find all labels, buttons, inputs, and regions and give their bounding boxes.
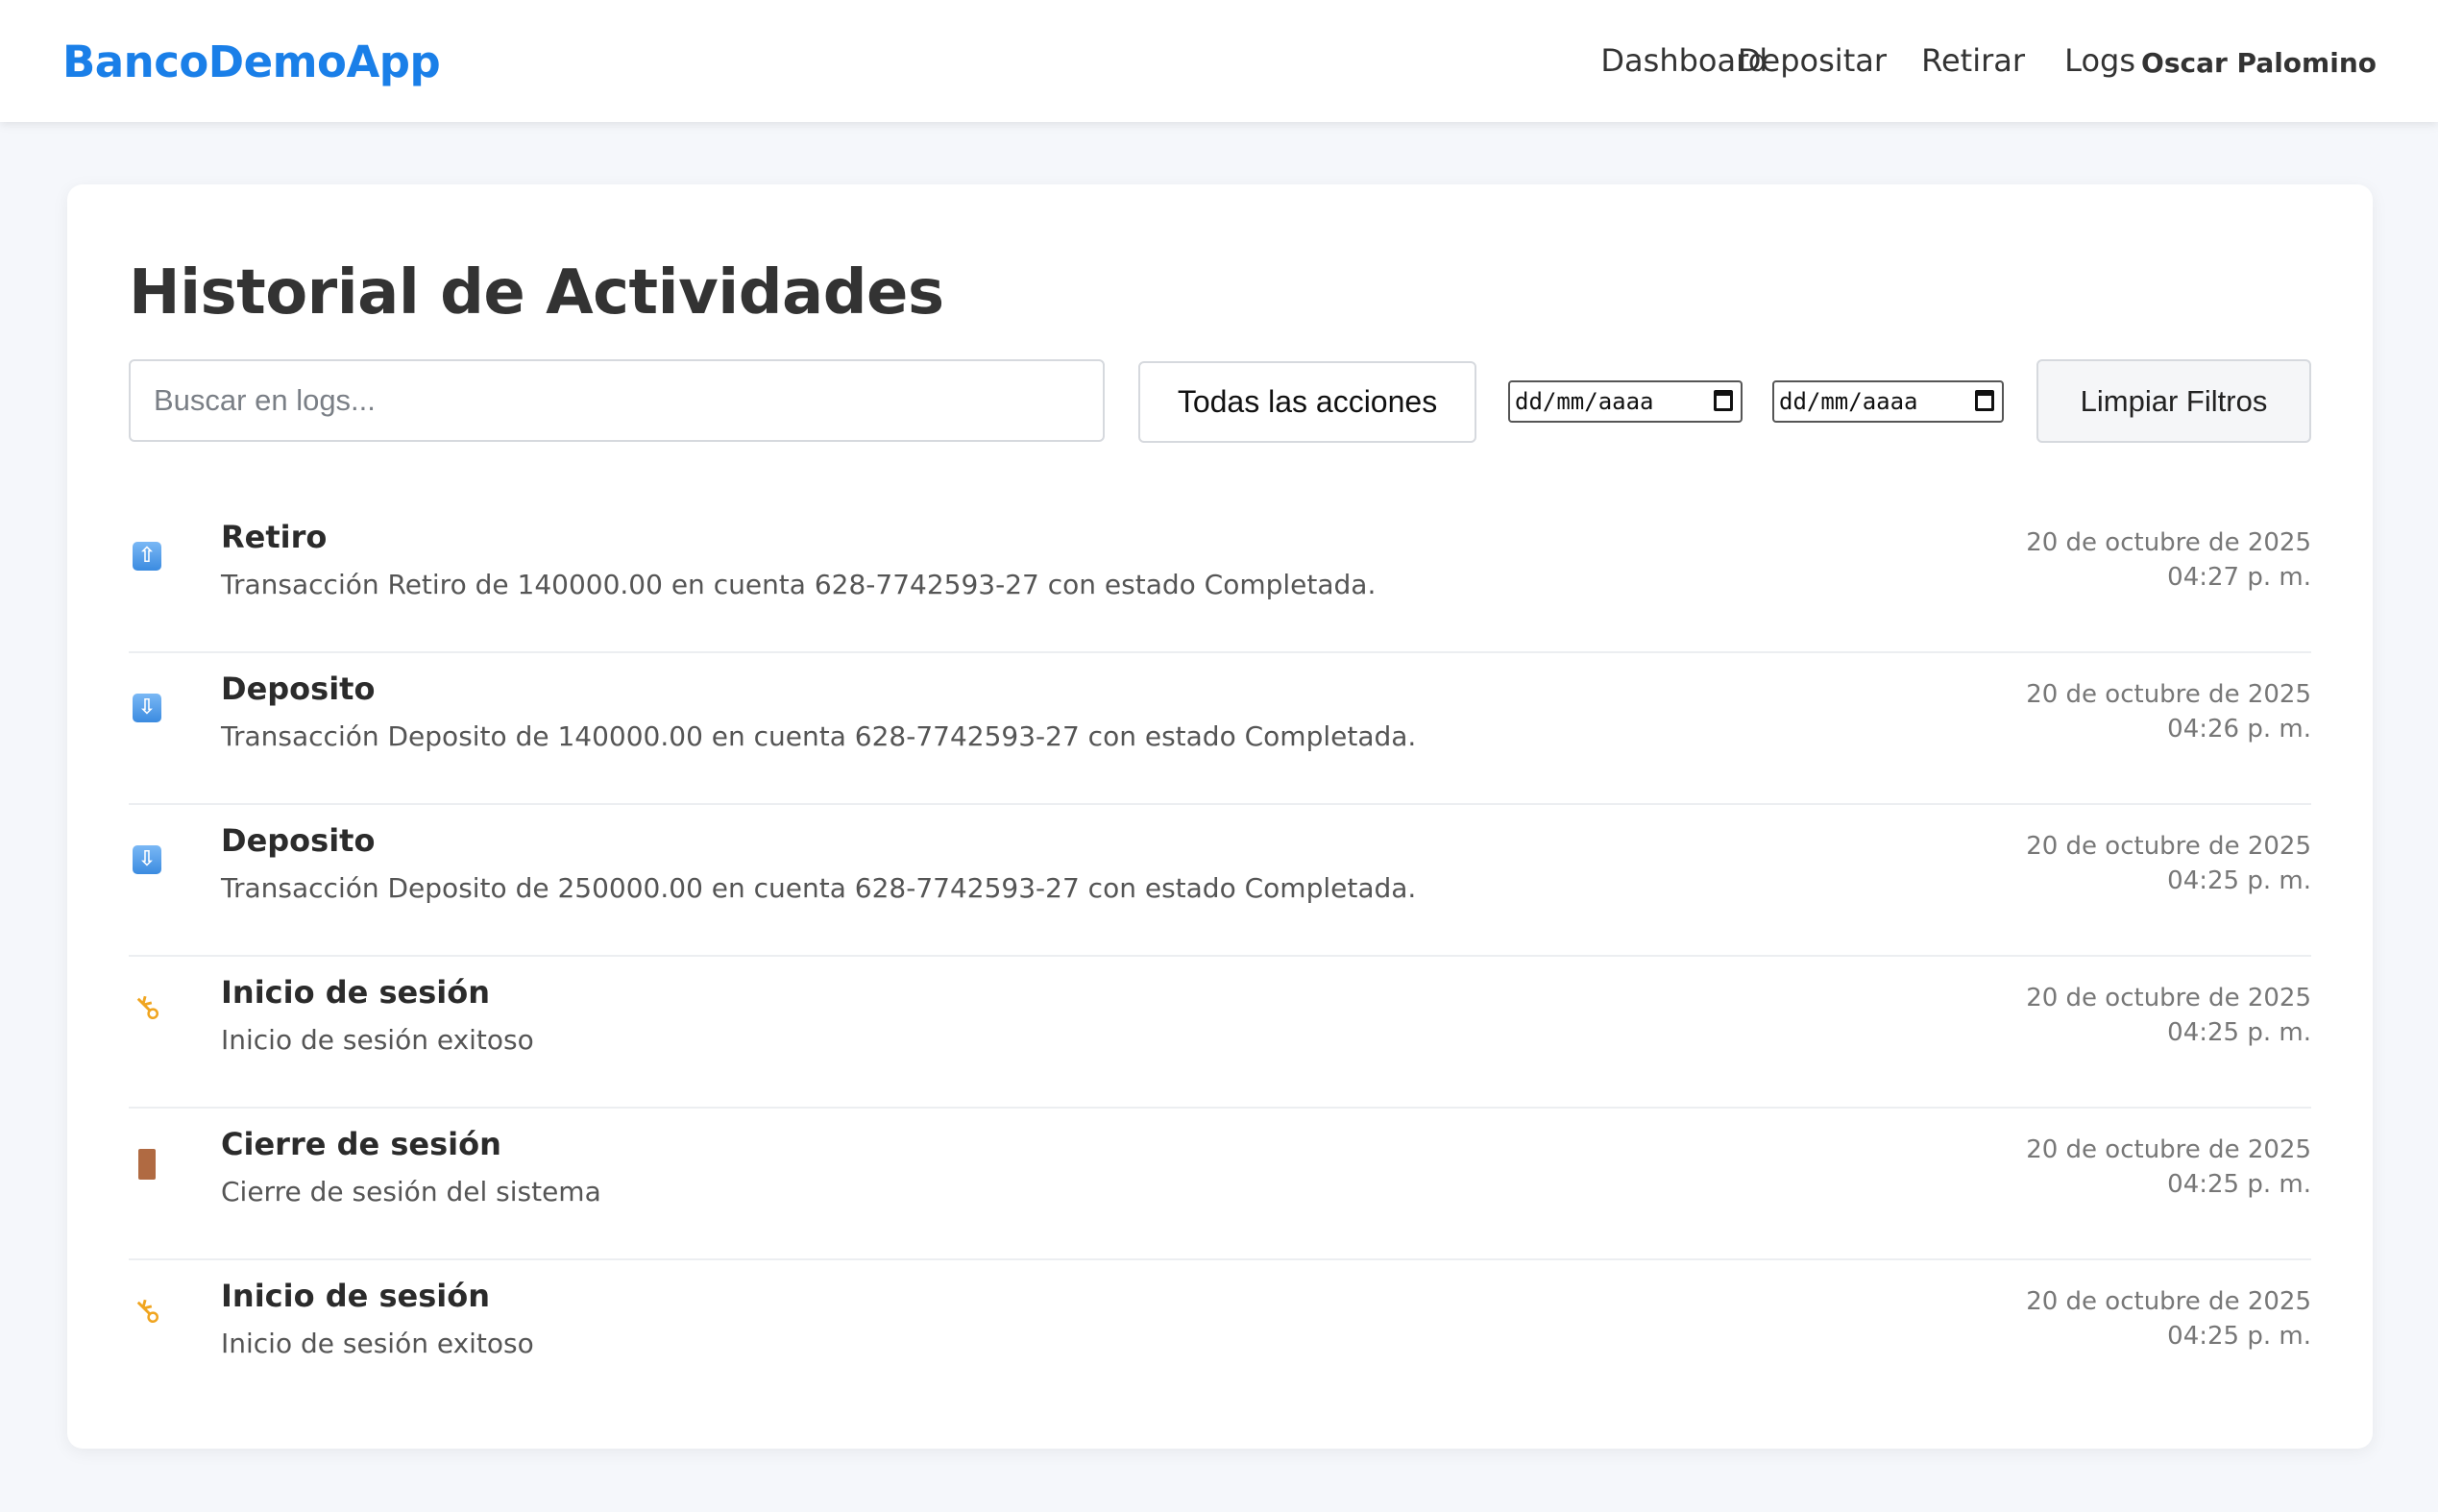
- date-from-input[interactable]: dd/mm/aaaa: [1508, 380, 1743, 423]
- search-input[interactable]: [129, 359, 1105, 442]
- log-action: Inicio de sesión: [221, 1278, 490, 1314]
- log-action: Deposito: [221, 822, 376, 859]
- clear-filters-button[interactable]: Limpiar Filtros: [2036, 359, 2311, 443]
- user-name[interactable]: Oscar Palomino: [2141, 47, 2377, 79]
- date-to-input[interactable]: dd/mm/aaaa: [1772, 380, 2004, 423]
- log-description: Cierre de sesión del sistema: [221, 1176, 601, 1207]
- log-item: ⚷ Inicio de sesión Inicio de sesión exit…: [125, 957, 2311, 1109]
- log-time: 04:27 p. m.: [2167, 563, 2311, 592]
- arrow-down-icon: ⇩: [133, 694, 161, 722]
- log-item: ⇩ Deposito Transacción Deposito de 25000…: [129, 805, 2311, 957]
- log-time: 04:25 p. m.: [2167, 1018, 2311, 1047]
- log-date: 20 de octubre de 2025: [2026, 832, 2311, 861]
- log-description: Inicio de sesión exitoso: [221, 1024, 534, 1056]
- log-date: 20 de octubre de 2025: [2026, 528, 2311, 557]
- log-item: ⇩ Deposito Transacción Deposito de 14000…: [129, 653, 2311, 805]
- calendar-icon[interactable]: [1975, 390, 1994, 411]
- log-description: Inicio de sesión exitoso: [221, 1328, 534, 1359]
- log-list: ⇧ Retiro Transacción Retiro de 140000.00…: [125, 501, 2311, 1410]
- log-date: 20 de octubre de 2025: [2026, 680, 2311, 709]
- page-title: Historial de Actividades: [129, 257, 944, 329]
- calendar-icon[interactable]: [1714, 390, 1733, 411]
- log-date: 20 de octubre de 2025: [2026, 1135, 2311, 1164]
- door-icon: [138, 1149, 156, 1180]
- log-item: Cierre de sesión Cierre de sesión del si…: [129, 1109, 2311, 1260]
- date-from-placeholder: dd/mm/aaaa: [1515, 388, 1654, 415]
- log-action: Cierre de sesión: [221, 1126, 501, 1162]
- log-date: 20 de octubre de 2025: [2026, 1287, 2311, 1316]
- log-item: ⚷ Inicio de sesión Inicio de sesión exit…: [125, 1260, 2311, 1410]
- log-description: Transacción Deposito de 140000.00 en cue…: [221, 720, 1417, 752]
- navbar: BancoDemoApp Dashboard Depositar Retirar…: [0, 0, 2438, 122]
- log-description: Transacción Deposito de 250000.00 en cue…: [221, 872, 1417, 904]
- nav-depositar[interactable]: Depositar: [1738, 42, 1887, 79]
- log-time: 04:25 p. m.: [2167, 1322, 2311, 1351]
- log-action: Inicio de sesión: [221, 974, 490, 1011]
- log-time: 04:26 p. m.: [2167, 715, 2311, 744]
- key-icon: ⚷: [125, 986, 169, 1030]
- log-time: 04:25 p. m.: [2167, 866, 2311, 895]
- action-select[interactable]: Todas las acciones: [1138, 361, 1476, 443]
- nav-logs[interactable]: Logs: [2064, 42, 2135, 79]
- nav-retirar[interactable]: Retirar: [1921, 42, 2025, 79]
- brand-logo[interactable]: BancoDemoApp: [62, 37, 441, 87]
- log-action: Retiro: [221, 519, 328, 555]
- log-description: Transacción Retiro de 140000.00 en cuent…: [221, 569, 1377, 600]
- arrow-down-icon: ⇩: [133, 845, 161, 874]
- logs-card: Historial de Actividades Todas las accio…: [67, 184, 2373, 1449]
- date-to-placeholder: dd/mm/aaaa: [1779, 388, 1918, 415]
- log-item: ⇧ Retiro Transacción Retiro de 140000.00…: [129, 501, 2311, 653]
- key-icon: ⚷: [125, 1289, 169, 1333]
- log-time: 04:25 p. m.: [2167, 1170, 2311, 1199]
- log-date: 20 de octubre de 2025: [2026, 984, 2311, 1012]
- arrow-up-icon: ⇧: [133, 542, 161, 571]
- log-action: Deposito: [221, 671, 376, 707]
